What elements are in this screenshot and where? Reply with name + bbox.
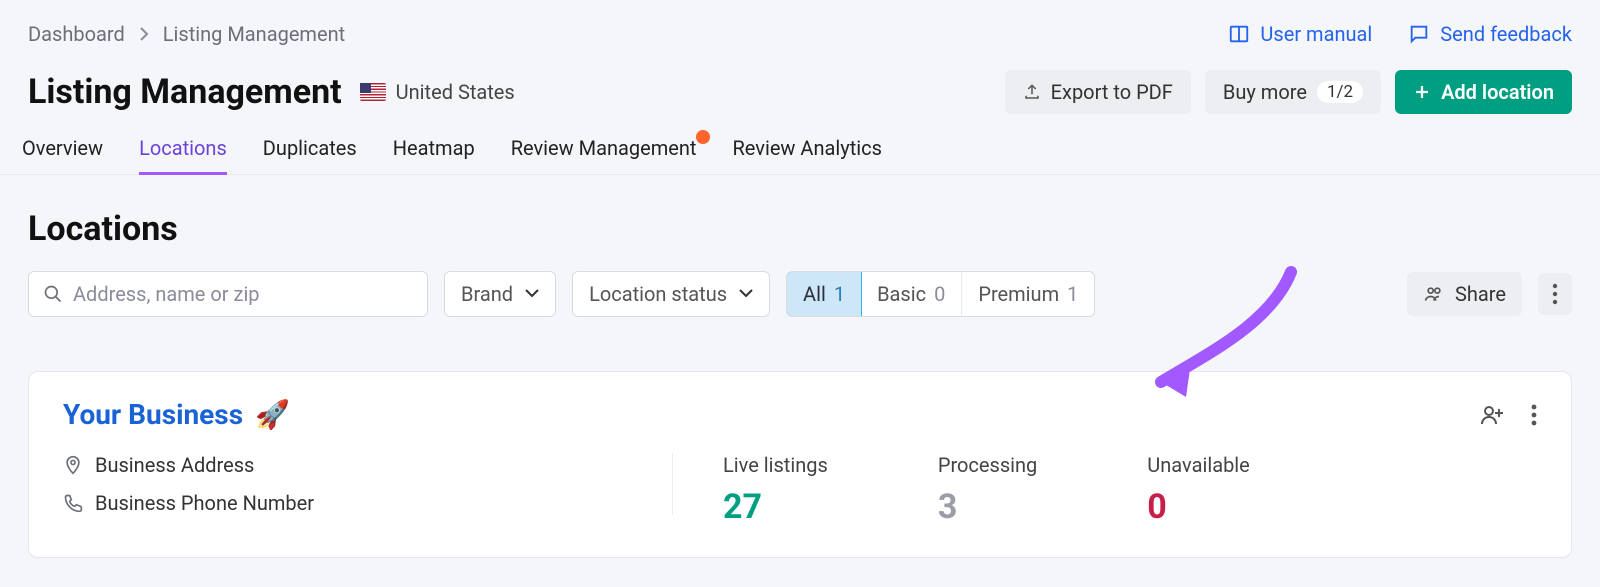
segment-premium[interactable]: Premium 1 <box>962 272 1094 316</box>
segment-all-count: 1 <box>834 282 845 306</box>
pin-icon <box>63 454 83 476</box>
chevron-right-icon <box>139 27 149 41</box>
share-label: Share <box>1455 282 1506 306</box>
add-person-icon[interactable] <box>1479 403 1505 427</box>
stat-processing-value: 3 <box>938 487 1037 527</box>
search-input[interactable] <box>73 282 413 306</box>
buy-more-label: Buy more <box>1223 80 1307 104</box>
tab-heatmap[interactable]: Heatmap <box>393 136 475 174</box>
stat-processing-label: Processing <box>938 453 1037 477</box>
stat-live: Live listings 27 <box>723 453 828 527</box>
add-location-button[interactable]: Add location <box>1395 70 1572 114</box>
country-selector[interactable]: United States <box>360 80 515 104</box>
dots-vertical-icon <box>1552 283 1558 305</box>
stat-live-value: 27 <box>723 487 828 527</box>
segment-premium-label: Premium <box>978 282 1059 306</box>
brand-dropdown-label: Brand <box>461 282 513 306</box>
segment-all[interactable]: All 1 <box>786 271 862 317</box>
business-address: Business Address <box>63 453 672 477</box>
phone-icon <box>63 493 83 513</box>
tab-locations[interactable]: Locations <box>139 136 227 174</box>
section-title: Locations <box>28 209 1572 249</box>
export-pdf-button[interactable]: Export to PDF <box>1005 70 1191 114</box>
send-feedback-link[interactable]: Send feedback <box>1408 22 1572 46</box>
business-name-text: Your Business <box>63 398 243 431</box>
segment-basic[interactable]: Basic 0 <box>861 272 962 316</box>
buy-more-button[interactable]: Buy more 1/2 <box>1205 70 1381 114</box>
business-phone-text: Business Phone Number <box>95 491 314 515</box>
brand-dropdown[interactable]: Brand <box>444 271 556 317</box>
business-address-text: Business Address <box>95 453 254 477</box>
tab-review-analytics[interactable]: Review Analytics <box>732 136 881 174</box>
tab-review-management[interactable]: Review Management <box>511 136 697 174</box>
breadcrumb: Dashboard Listing Management <box>28 22 345 46</box>
send-feedback-label: Send feedback <box>1440 22 1572 46</box>
business-name[interactable]: Your Business 🚀 <box>63 398 290 431</box>
search-input-wrapper[interactable] <box>28 271 428 317</box>
search-icon <box>43 284 63 304</box>
breadcrumb-current: Listing Management <box>163 22 345 46</box>
business-phone: Business Phone Number <box>63 491 672 515</box>
segment-premium-count: 1 <box>1067 282 1078 306</box>
chat-icon <box>1408 23 1430 45</box>
stat-live-label: Live listings <box>723 453 828 477</box>
export-pdf-label: Export to PDF <box>1051 80 1173 104</box>
more-button[interactable] <box>1538 273 1572 315</box>
stat-unavailable-value: 0 <box>1147 487 1249 527</box>
us-flag-icon <box>360 83 386 101</box>
status-dropdown-label: Location status <box>589 282 727 306</box>
chevron-down-icon <box>525 289 539 299</box>
people-icon <box>1423 284 1445 304</box>
segment-basic-count: 0 <box>934 282 945 306</box>
chevron-down-icon <box>739 289 753 299</box>
segment-all-label: All <box>803 282 826 306</box>
breadcrumb-root[interactable]: Dashboard <box>28 22 125 46</box>
tab-overview[interactable]: Overview <box>22 136 103 174</box>
add-location-label: Add location <box>1441 80 1554 104</box>
stat-unavailable: Unavailable 0 <box>1147 453 1249 527</box>
card-more-icon[interactable] <box>1531 403 1537 427</box>
notification-dot-icon <box>696 130 710 144</box>
business-card: Your Business 🚀 Business Address <box>28 371 1572 558</box>
rocket-icon: 🚀 <box>255 398 290 431</box>
segment-basic-label: Basic <box>877 282 926 306</box>
user-manual-link[interactable]: User manual <box>1228 22 1372 46</box>
tabs: Overview Locations Duplicates Heatmap Re… <box>0 114 1600 175</box>
user-manual-label: User manual <box>1260 22 1372 46</box>
share-button[interactable]: Share <box>1407 272 1522 316</box>
stat-processing: Processing 3 <box>938 453 1037 527</box>
tab-duplicates[interactable]: Duplicates <box>263 136 357 174</box>
status-dropdown[interactable]: Location status <box>572 271 770 317</box>
plus-icon <box>1413 83 1431 101</box>
page-title: Listing Management <box>28 72 342 112</box>
country-label: United States <box>396 80 515 104</box>
segment-group: All 1 Basic 0 Premium 1 <box>786 271 1095 317</box>
book-icon <box>1228 23 1250 45</box>
stat-unavailable-label: Unavailable <box>1147 453 1249 477</box>
buy-more-count: 1/2 <box>1317 81 1363 103</box>
export-icon <box>1023 83 1041 101</box>
